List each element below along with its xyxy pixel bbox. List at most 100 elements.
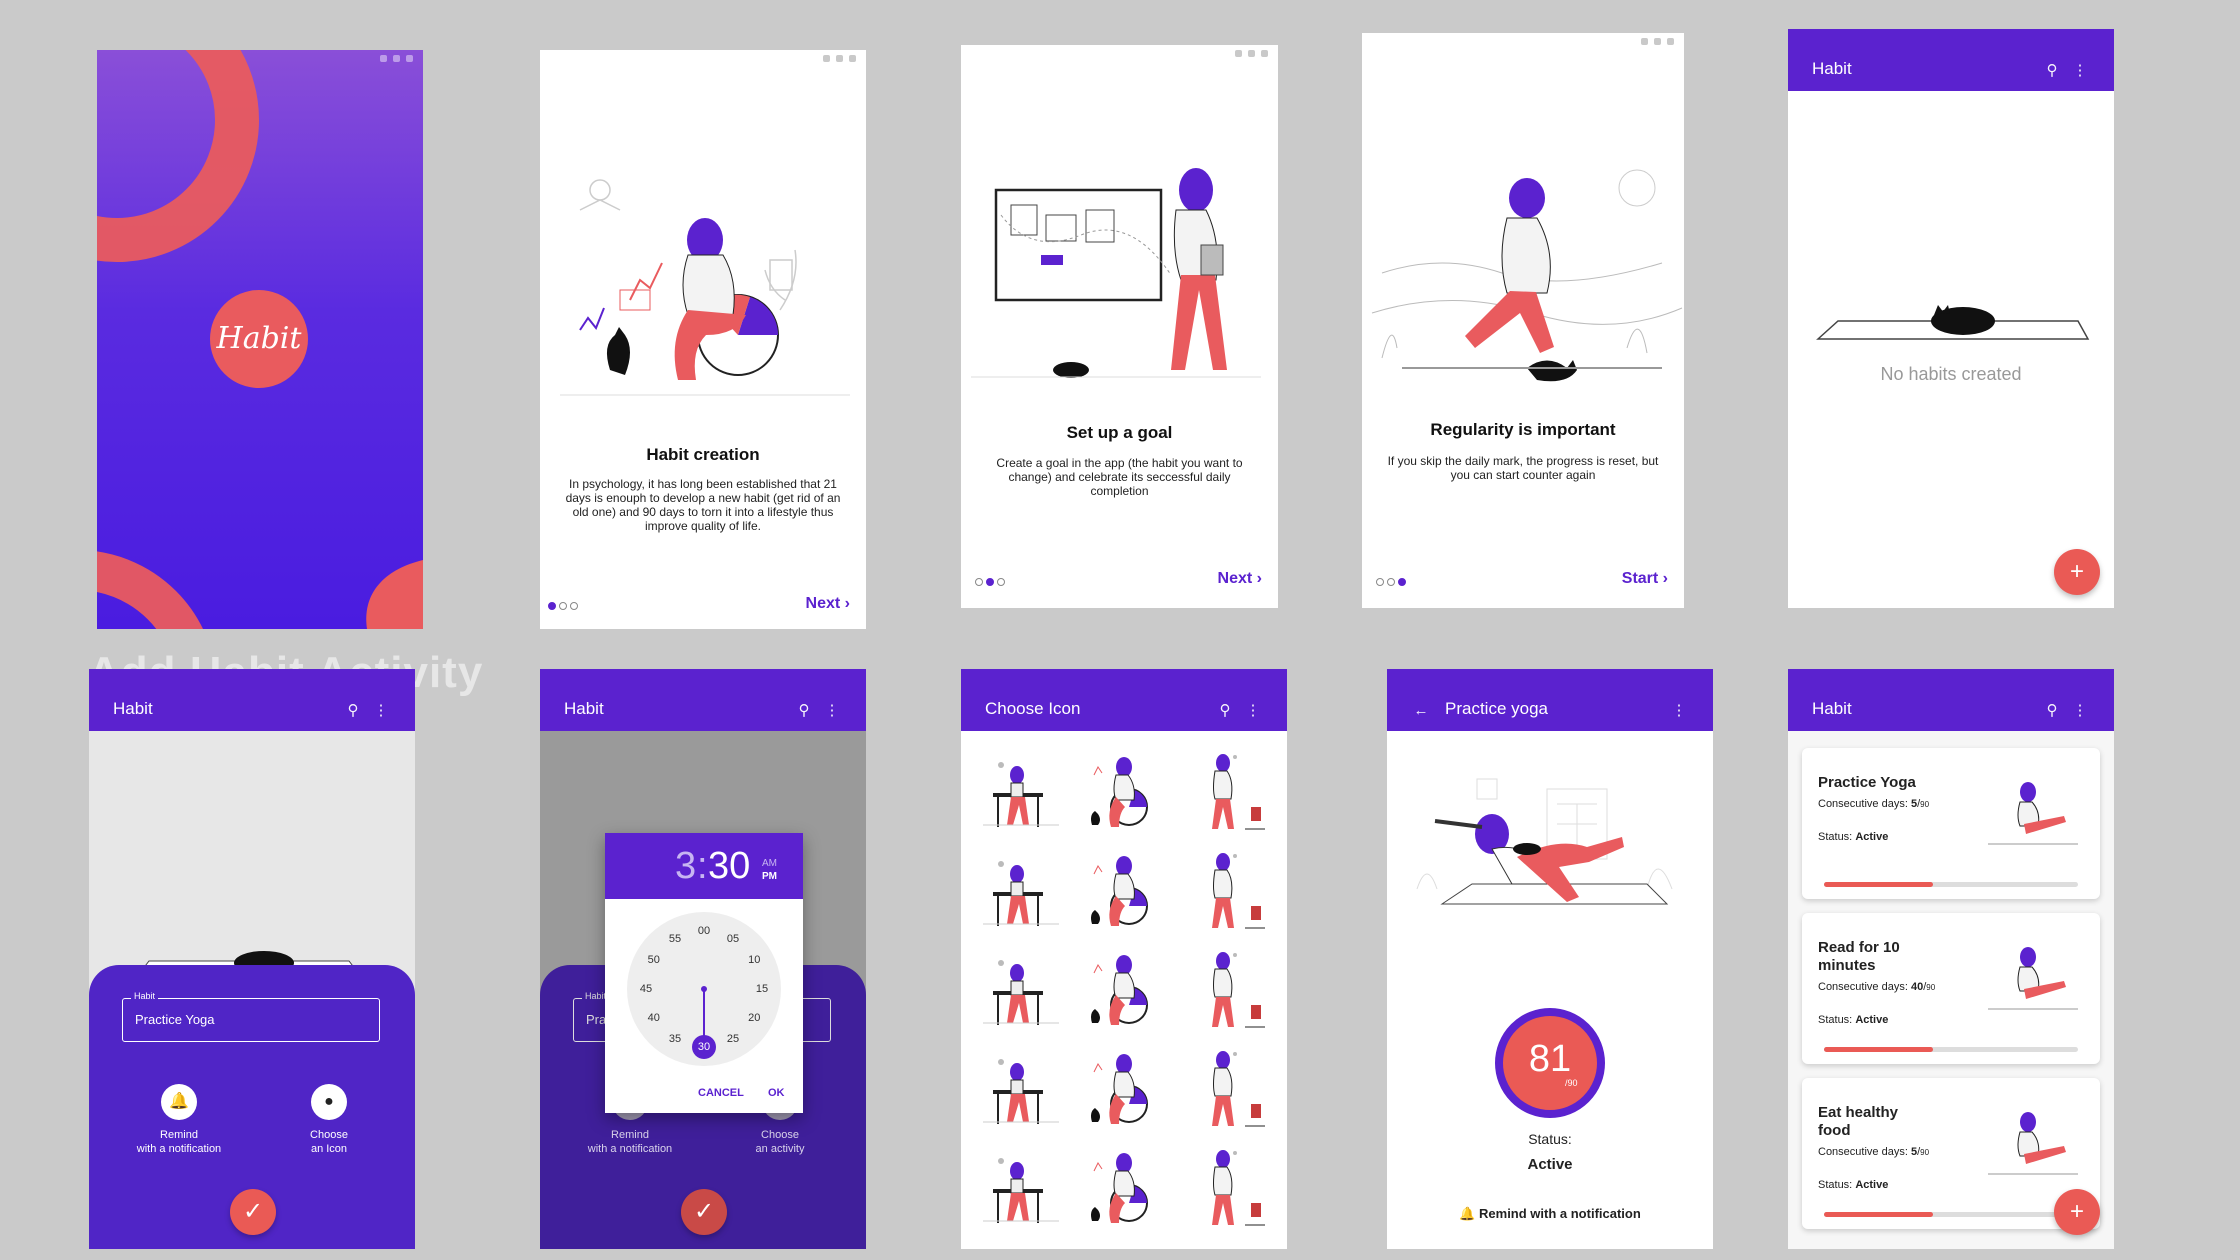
consecutive-days: Consecutive days: 40/90 (1818, 981, 1936, 993)
clock-minute-40[interactable]: 40 (642, 1006, 666, 1030)
clock-minute-10[interactable]: 10 (742, 948, 766, 972)
habit-field-value: Practice Yoga (135, 1012, 215, 1027)
days-done: 5 (1910, 1146, 1918, 1158)
clock-minute-00[interactable]: 00 (692, 919, 716, 943)
remind-label-2: with a notification (136, 1143, 222, 1155)
remind-notification-toggle[interactable]: 🔔 Remind with a notification (1387, 1206, 1713, 1222)
icon-option-stand-icon[interactable] (1175, 844, 1271, 938)
hour-display[interactable]: 3 (675, 845, 696, 888)
habit-field-value: Pra (586, 1012, 607, 1027)
icon-option-stand-icon[interactable] (1175, 745, 1271, 839)
clock-minute-55[interactable]: 55 (663, 927, 687, 951)
icon-option-ball-icon[interactable] (1074, 1141, 1170, 1235)
habit-card[interactable]: Practice Yoga Consecutive days: 5/90 Statu… (1802, 748, 2100, 899)
search-icon[interactable]: ⚲ (2038, 701, 2066, 719)
choose-label-2: an activity (755, 1143, 805, 1155)
icon-option-desk-icon[interactable] (973, 943, 1069, 1037)
next-button[interactable]: Next › (806, 595, 850, 613)
more-vert-icon[interactable]: ⋮ (1239, 701, 1267, 719)
more-vert-icon[interactable]: ⋮ (1665, 701, 1693, 719)
page-indicator (548, 602, 578, 610)
search-icon[interactable]: ⚲ (339, 701, 367, 719)
habit-name: Practice Yoga (1818, 774, 1916, 791)
habit-status: Status: Active (1818, 1014, 1888, 1026)
onboarding-text: If you skip the daily mark, the progress… (1387, 454, 1659, 482)
habit-name: Read for 10 minutes (1818, 939, 1900, 974)
icon-option-desk-icon[interactable] (973, 1042, 1069, 1136)
choose-icon-option[interactable]: ● Choose an Icon (274, 1084, 384, 1156)
app-bar-title: Habit (564, 699, 604, 718)
cancel-button[interactable]: CANCEL (698, 1087, 744, 1099)
habit-field-label: Habit (131, 991, 159, 1001)
icon-option-desk-icon[interactable] (973, 844, 1069, 938)
habit-list-screen: Habit ⚲ ⋮ Practice Yoga Consecutive days:… (1788, 669, 2114, 1249)
icon-option-stand-icon[interactable] (1175, 1141, 1271, 1235)
app-bar-title: Practice yoga (1445, 699, 1548, 718)
icon-option-ball-icon[interactable] (1074, 943, 1170, 1037)
consecutive-label: Consecutive days: (1818, 798, 1908, 810)
icon-option-ball-icon[interactable] (1074, 745, 1170, 839)
start-button[interactable]: Start › (1622, 570, 1668, 588)
more-vert-icon[interactable]: ⋮ (818, 701, 846, 719)
icon-grid (973, 745, 1275, 1240)
search-icon[interactable]: ⚲ (2038, 61, 2066, 79)
app-bar-title: Habit (1812, 59, 1852, 78)
habit-card[interactable]: Read for 10 minutes Consecutive days: 40/… (1802, 913, 2100, 1064)
status-value: Active (1855, 1179, 1889, 1191)
more-vert-icon[interactable]: ⋮ (2066, 61, 2094, 79)
check-icon: ✓ (242, 1198, 264, 1225)
habit-thumbnail (1988, 782, 2078, 845)
status-label: Status: (1818, 831, 1853, 843)
choose-label-2: an Icon (310, 1143, 348, 1155)
empty-illustration-cat-mat (1816, 305, 2090, 340)
next-button[interactable]: Next › (1218, 570, 1262, 588)
bell-icon: 🔔 (161, 1084, 197, 1120)
clock-minute-50[interactable]: 50 (642, 948, 666, 972)
remind-option[interactable]: 🔔 Remind with a notification (124, 1084, 234, 1156)
more-vert-icon[interactable]: ⋮ (367, 701, 395, 719)
consecutive-days: Consecutive days: 5/90 (1818, 798, 1930, 810)
icon-option-ball-icon[interactable] (1074, 1042, 1170, 1136)
splash-screen: Habit (97, 50, 423, 629)
icon-option-desk-icon[interactable] (973, 1141, 1069, 1235)
add-habit-fab[interactable]: + (2054, 1189, 2100, 1235)
add-habit-fab[interactable]: + (2054, 549, 2100, 595)
clock-minute-05[interactable]: 05 (721, 927, 745, 951)
status-label: Status: (1818, 1179, 1853, 1191)
am-toggle[interactable]: AM (762, 858, 777, 869)
app-bar-title: Habit (113, 699, 153, 718)
minute-display[interactable]: 30 (708, 845, 750, 888)
habit-progress-bar (1824, 882, 2078, 887)
onboarding-text: Create a goal in the app (the habit you … (996, 456, 1243, 498)
remind-label-2: with a notification (587, 1143, 673, 1155)
remind-label-1: Remind (160, 1129, 198, 1141)
clock-minute-15[interactable]: 15 (750, 977, 774, 1001)
more-vert-icon[interactable]: ⋮ (2066, 701, 2094, 719)
remind-label-1: Remind (611, 1129, 649, 1141)
consecutive-label: Consecutive days: (1818, 981, 1908, 993)
icon-option-stand-icon[interactable] (1175, 1042, 1271, 1136)
save-habit-fab[interactable]: ✓ (230, 1189, 276, 1235)
pm-toggle[interactable]: PM (762, 871, 777, 882)
progress-ring: 81 /90 (1495, 1008, 1605, 1118)
clock-minute-45[interactable]: 45 (634, 977, 658, 1001)
search-icon[interactable]: ⚲ (790, 701, 818, 719)
ok-button[interactable]: OK (768, 1087, 785, 1099)
illustration-woman-running (1371, 169, 1683, 382)
chevron-right-icon: › (844, 595, 850, 612)
back-arrow-icon[interactable]: ← (1411, 702, 1431, 719)
chevron-right-icon: › (1662, 570, 1668, 587)
chevron-right-icon: › (1256, 570, 1262, 587)
onboarding-title: Regularity is important (1430, 420, 1616, 439)
habit-field[interactable]: Habit Practice Yoga (122, 991, 380, 1042)
icon-option-desk-icon[interactable] (973, 745, 1069, 839)
clock-face[interactable]: 00 05 10 15 20 25 30 35 40 45 50 55 (627, 912, 781, 1066)
save-habit-fab[interactable]: ✓ (681, 1189, 727, 1235)
icon-option-stand-icon[interactable] (1175, 943, 1271, 1037)
clock-minute-30[interactable]: 30 (692, 1035, 716, 1059)
icon-option-ball-icon[interactable] (1074, 844, 1170, 938)
clock-minute-20[interactable]: 20 (742, 1006, 766, 1030)
clock-minute-35[interactable]: 35 (663, 1027, 687, 1051)
search-icon[interactable]: ⚲ (1211, 701, 1239, 719)
clock-minute-25[interactable]: 25 (721, 1027, 745, 1051)
